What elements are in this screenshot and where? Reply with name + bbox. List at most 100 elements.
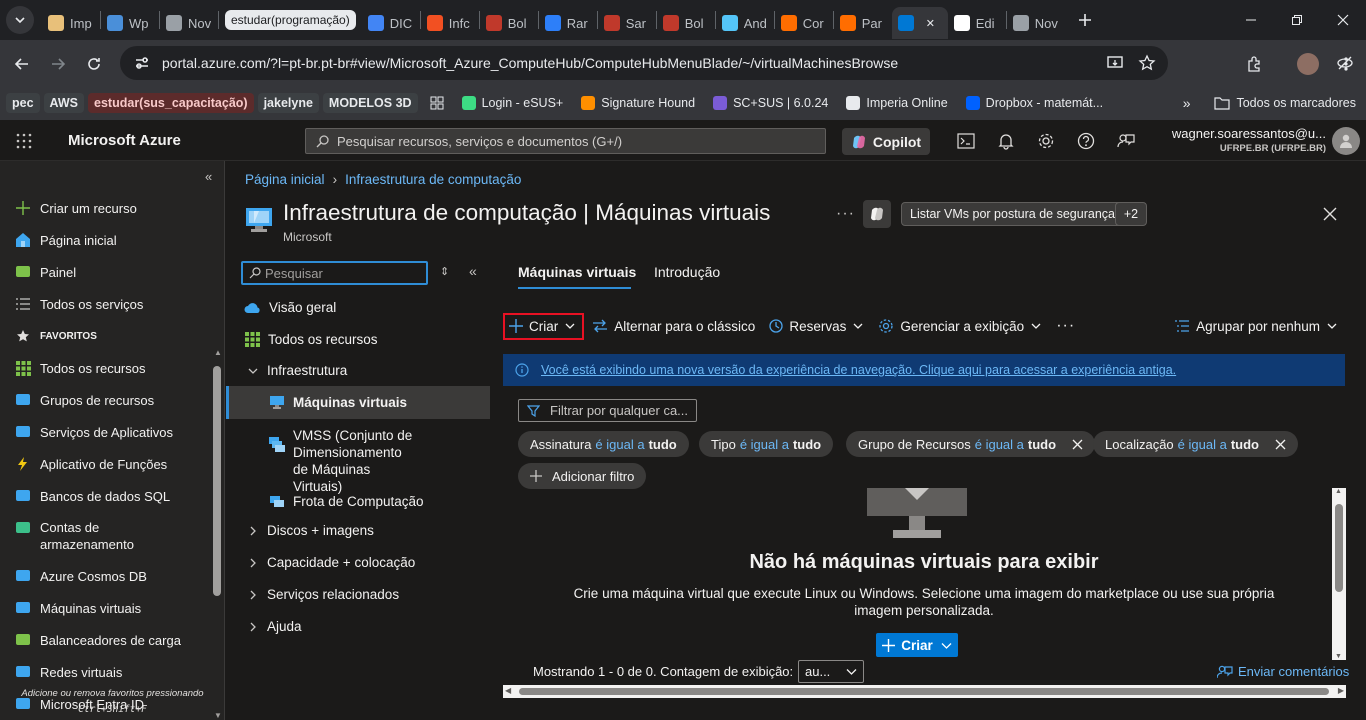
bookmark-link[interactable]: Signature Hound [575, 96, 701, 110]
minimize-button[interactable] [1228, 0, 1274, 40]
sidebar-item[interactable]: Página inicial [14, 231, 117, 249]
menu-group-infra[interactable]: Infraestrutura [247, 363, 347, 378]
copilot-button[interactable]: Copilot [842, 128, 930, 155]
menu-group-disks[interactable]: Discos + imagens [247, 523, 374, 538]
apps-grid-icon[interactable] [422, 96, 452, 110]
page-more-icon[interactable]: ··· [836, 205, 855, 223]
azure-brand[interactable]: Microsoft Azure [68, 132, 181, 149]
maximize-button[interactable] [1274, 0, 1320, 40]
browser-tab[interactable]: And [716, 7, 774, 39]
install-app-icon[interactable] [1106, 54, 1124, 72]
browser-tab[interactable]: Edi [948, 7, 1006, 39]
add-filter-button[interactable]: Adicionar filtro [518, 463, 647, 489]
browser-tab[interactable]: Rar [539, 7, 597, 39]
content-horizontal-scrollbar[interactable]: ◀ ▶ [503, 685, 1346, 698]
reservations-dropdown[interactable]: Reservas [769, 319, 864, 334]
new-tab-button[interactable] [1071, 6, 1099, 34]
empty-create-button[interactable]: Criar [876, 633, 958, 657]
old-experience-link[interactable]: Você está exibindo uma nova versão da ex… [541, 363, 1176, 377]
close-icon[interactable] [1072, 439, 1083, 450]
back-button[interactable] [8, 50, 36, 78]
menu-item-all-resources[interactable]: Todos os recursos [245, 332, 378, 347]
menu-group-help[interactable]: Ajuda [247, 619, 302, 634]
filter-pill-type[interactable]: Tipo é igual a tudo [699, 431, 834, 457]
sidebar-item[interactable]: Azure Cosmos DB [14, 567, 147, 585]
feedback-icon[interactable] [1115, 130, 1137, 152]
sidebar-item[interactable]: Redes virtuais [14, 663, 122, 681]
menu-item-vmss[interactable]: VMSS (Conjunto de Dimensionamento de Máq… [269, 427, 419, 495]
browser-tab[interactable]: ✕ [891, 7, 948, 39]
filter-pill-subscription[interactable]: Assinatura é igual a tudo [518, 431, 689, 457]
filter-pill-location[interactable]: Localização é igual a tudo [1093, 431, 1298, 457]
create-dropdown-button[interactable]: Criar [503, 312, 585, 340]
cloud-shell-icon[interactable] [955, 130, 977, 152]
group-by-dropdown[interactable]: Agrupar por nenhum [1174, 319, 1338, 334]
menu-item-overview[interactable]: Visão geral [244, 300, 336, 315]
close-window-button[interactable] [1320, 0, 1366, 40]
help-icon[interactable] [1075, 130, 1097, 152]
bookmark-link[interactable]: Login - eSUS+ [456, 96, 570, 110]
browser-tab[interactable]: Imp [42, 7, 100, 39]
bookmarks-overflow-icon[interactable]: » [1169, 95, 1205, 111]
close-blade-button[interactable] [1323, 207, 1337, 221]
profile-avatar[interactable] [1294, 50, 1322, 78]
gear-icon[interactable] [1035, 130, 1057, 152]
account-avatar[interactable] [1332, 127, 1360, 155]
filter-input[interactable]: Filtrar por qualquer ca... [518, 399, 697, 422]
bookmark-link[interactable]: Dropbox - matemát... [960, 96, 1109, 110]
all-bookmarks-folder[interactable]: Todos os marcadores [1208, 96, 1366, 110]
sidebar-item[interactable]: Grupos de recursos [14, 391, 154, 409]
browser-tab[interactable]: DIC [362, 7, 420, 39]
breadcrumb-home[interactable]: Página inicial [245, 172, 325, 187]
browser-tab[interactable]: Cor [775, 7, 833, 39]
browser-tab[interactable]: Infc [421, 7, 479, 39]
display-count-select[interactable]: au... [798, 660, 864, 683]
browser-tab[interactable]: Par [834, 7, 892, 39]
close-tab-icon[interactable]: ✕ [926, 17, 935, 30]
browser-tab[interactable]: Wp [101, 7, 159, 39]
sidebar-item[interactable]: Aplicativo de Funções [14, 455, 167, 473]
tab-vms[interactable]: Máquinas virtuais [518, 264, 636, 280]
sidebar-item[interactable]: Contas de armazenamento [14, 519, 150, 553]
breadcrumb-current[interactable]: Infraestrutura de computação [345, 172, 521, 187]
tab-group-label[interactable]: estudar(programação) [225, 10, 356, 30]
menu-group-capacity[interactable]: Capacidade + colocação [247, 555, 415, 570]
bookmark-folder-chip[interactable]: AWS [43, 93, 85, 113]
menu-group-related[interactable]: Serviços relacionados [247, 587, 399, 602]
reload-button[interactable] [80, 50, 108, 78]
close-icon[interactable] [1275, 439, 1286, 450]
account-info[interactable]: wagner.soaressantos@u... UFRPE.BR (UFRPE… [1172, 126, 1326, 154]
sidebar-item[interactable]: Todos os serviços [14, 295, 143, 313]
address-bar[interactable]: portal.azure.com/?l=pt-br.pt-br#view/Mic… [120, 46, 1353, 80]
bookmark-link[interactable]: SC+SUS | 6.0.24 [707, 96, 834, 110]
extensions-button[interactable] [1240, 50, 1268, 78]
collapse-sidebar-icon[interactable]: « [205, 169, 212, 184]
collapse-menu-icon[interactable]: « [469, 263, 477, 279]
menu-search-input[interactable]: Pesquisar [241, 261, 428, 285]
browser-tab[interactable]: Bol [657, 7, 715, 39]
browser-tab[interactable]: Sar [598, 7, 656, 39]
browser-menu-button[interactable] [1332, 50, 1360, 78]
content-vertical-scrollbar[interactable]: ▲ ▼ [1332, 488, 1346, 660]
menu-item-fleet[interactable]: Frota de Computação [269, 493, 424, 509]
sidebar-item[interactable]: Máquinas virtuais [14, 599, 141, 617]
browser-tab[interactable]: Nov [160, 7, 218, 39]
bell-icon[interactable] [995, 130, 1017, 152]
send-feedback-link[interactable]: Enviar comentários [1217, 664, 1349, 679]
bookmark-folder-chip[interactable]: estudar(sus_capacitação) [88, 93, 254, 113]
bookmark-folder-chip[interactable]: jakelyne [257, 93, 319, 113]
more-commands-icon[interactable]: ··· [1056, 317, 1075, 335]
bookmark-folder-chip[interactable]: MODELOS 3D [322, 93, 418, 113]
menu-item-vms-selected[interactable]: Máquinas virtuais [226, 386, 490, 419]
sidebar-item[interactable]: Painel [14, 263, 76, 281]
more-actions-count[interactable]: +2 [1115, 202, 1147, 226]
sidebar-scrollbar[interactable]: ▲ ▼ [211, 348, 223, 720]
sidebar-item[interactable]: Serviços de Aplicativos [14, 423, 173, 441]
sidebar-item[interactable]: Todos os recursos [14, 359, 146, 377]
manage-view-dropdown[interactable]: Gerenciar a exibição [878, 318, 1042, 334]
portal-menu-icon[interactable] [16, 133, 32, 149]
copilot-prompt-button[interactable] [863, 200, 891, 228]
global-search-input[interactable]: Pesquisar recursos, serviços e documento… [305, 128, 826, 154]
tab-search-button[interactable] [6, 6, 34, 34]
bookmark-link[interactable]: Imperia Online [840, 96, 953, 110]
